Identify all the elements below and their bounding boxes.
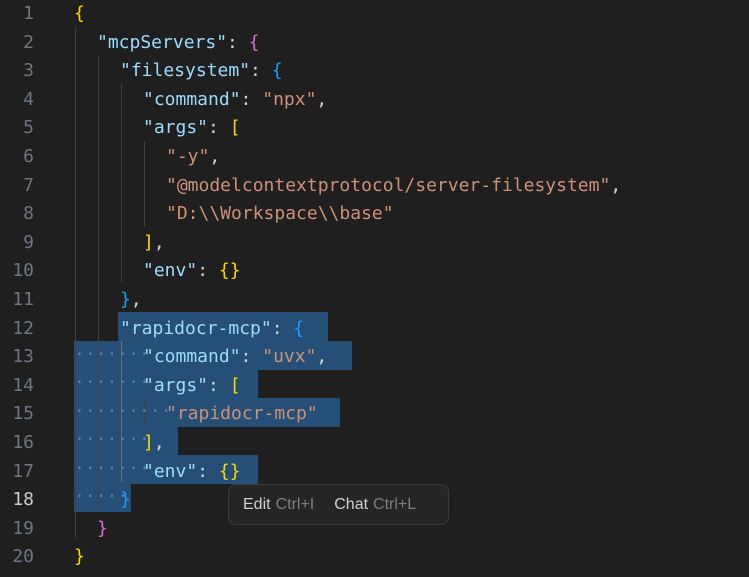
code-line[interactable]: 9 ],	[0, 229, 749, 258]
line-number: 11	[12, 289, 34, 310]
line-number: 2	[23, 31, 34, 53]
chat-action[interactable]: Chat Ctrl+L	[334, 496, 416, 514]
json-string: "uvx"	[262, 346, 317, 368]
colon: :	[250, 60, 272, 82]
code-line[interactable]: 1 {	[0, 0, 749, 29]
code-line[interactable]: 20 }	[0, 543, 749, 572]
json-key: "mcpServers"	[97, 31, 228, 53]
code-line[interactable]: 17 "env": {}	[0, 458, 749, 487]
json-string: "@modelcontextprotocol/server-filesystem…	[166, 174, 611, 196]
code-editor[interactable]: ······· ······· ········· ······· ······…	[0, 0, 749, 577]
colon: :	[240, 346, 263, 368]
code-line[interactable]: 6 "-y",	[0, 143, 749, 172]
comma: ,	[153, 432, 165, 453]
line-number-active: 18	[12, 489, 34, 511]
json-string: "rapidocr-mcp"	[166, 403, 318, 425]
empty-object: {}	[218, 460, 241, 482]
colon: :	[208, 374, 230, 396]
edit-shortcut: Ctrl+I	[275, 495, 315, 513]
edit-label: Edit	[243, 495, 271, 513]
bracket-close: ]	[143, 231, 154, 253]
chat-shortcut: Ctrl+L	[373, 495, 417, 513]
brace-close: }	[120, 289, 131, 310]
json-key: "rapidocr-mcp"	[120, 317, 272, 339]
line-number: 1	[23, 3, 34, 24]
code-line[interactable]: 3 "filesystem": {	[0, 57, 749, 86]
colon: :	[271, 317, 294, 339]
comma: ,	[209, 146, 221, 167]
code-line[interactable]: 14 "args": [	[0, 372, 749, 401]
brace-open: {	[74, 3, 85, 24]
line-number: 13	[12, 346, 34, 368]
json-key: "command"	[143, 346, 241, 368]
line-number: 3	[23, 60, 34, 82]
json-key: "args"	[143, 374, 209, 396]
json-string: "D:\\Workspace\\base"	[166, 203, 394, 225]
code-line[interactable]: 8 "D:\\Workspace\\base"	[0, 200, 749, 229]
brace-close: }	[120, 489, 131, 511]
comma: ,	[610, 174, 622, 196]
code-line[interactable]: 10 "env": {}	[0, 257, 749, 286]
brace-close: }	[74, 546, 85, 568]
brace-open: {	[248, 31, 260, 53]
code-line[interactable]: 16 ],	[0, 429, 749, 458]
bracket-open: [	[229, 117, 241, 139]
bracket-open: [	[229, 374, 241, 396]
code-line[interactable]: 2 "mcpServers": {	[0, 29, 749, 58]
brace-open: {	[293, 317, 305, 339]
colon: :	[240, 88, 263, 110]
line-number: 7	[23, 174, 34, 196]
code-line[interactable]: 5 "args": [	[0, 114, 749, 143]
line-number: 4	[23, 88, 34, 110]
brace-close: }	[97, 517, 108, 539]
chat-label: Chat	[334, 495, 369, 513]
line-number: 17	[12, 460, 34, 482]
line-number: 5	[23, 117, 34, 139]
line-number: 12	[12, 317, 34, 339]
code-line[interactable]: 15 "rapidocr-mcp"	[0, 400, 749, 429]
line-number: 20	[12, 546, 34, 568]
line-number: 19	[12, 517, 34, 539]
line-number: 14	[12, 374, 34, 396]
colon: :	[197, 460, 219, 482]
json-key: "args"	[143, 117, 209, 139]
json-string: "npx"	[262, 88, 317, 110]
brace-open: {	[271, 60, 283, 82]
json-key: "env"	[143, 460, 198, 482]
colon: :	[208, 117, 230, 139]
code-line[interactable]: 11 },	[0, 286, 749, 315]
bracket-close: ]	[143, 432, 154, 453]
line-number: 15	[12, 403, 34, 425]
comma: ,	[316, 88, 328, 110]
json-key: "command"	[143, 88, 241, 110]
code-line[interactable]: 13 "command": "uvx",	[0, 343, 749, 372]
code-line[interactable]: 4 "command": "npx",	[0, 86, 749, 115]
comma: ,	[130, 289, 142, 310]
json-string: "-y"	[166, 146, 210, 167]
line-number: 10	[12, 260, 34, 282]
edit-action[interactable]: Edit Ctrl+I	[243, 496, 314, 514]
colon: :	[227, 31, 249, 53]
line-number: 9	[23, 231, 34, 253]
code-line[interactable]: 7 "@modelcontextprotocol/server-filesyst…	[0, 172, 749, 201]
inline-action-hint: Edit Ctrl+I Chat Ctrl+L	[228, 484, 449, 525]
line-number: 16	[12, 432, 34, 453]
line-number: 6	[23, 146, 34, 167]
code-line[interactable]: 12 "rapidocr-mcp": {	[0, 315, 749, 344]
comma: ,	[153, 231, 165, 253]
empty-object: {}	[218, 260, 241, 282]
comma: ,	[316, 346, 328, 368]
colon: :	[197, 260, 219, 282]
json-key: "env"	[143, 260, 198, 282]
json-key: "filesystem"	[120, 60, 251, 82]
line-number: 8	[23, 203, 34, 225]
